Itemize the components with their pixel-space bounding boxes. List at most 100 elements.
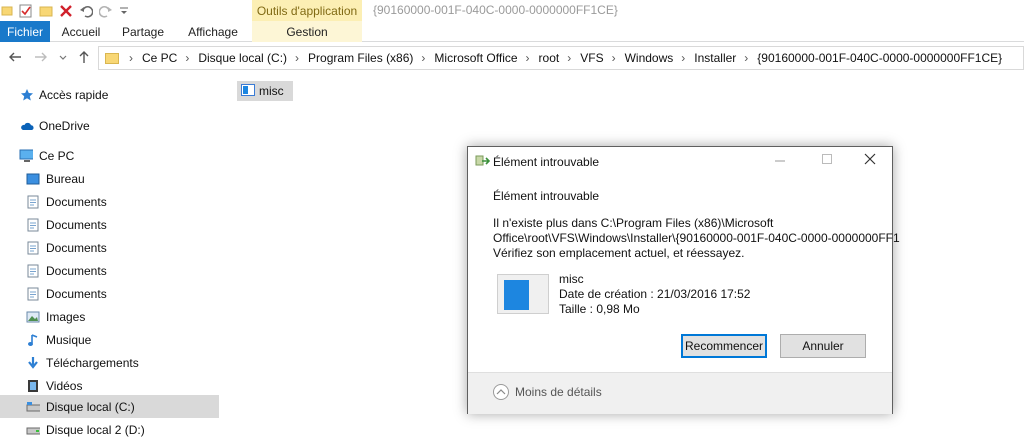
document-icon — [26, 287, 40, 301]
sidebar-item-documents[interactable]: Documents — [0, 213, 219, 236]
dialog-title-bar[interactable]: Élément introuvable — [468, 147, 892, 175]
cancel-button[interactable]: Annuler — [780, 334, 866, 358]
file-name: misc — [259, 84, 284, 98]
redo-icon[interactable] — [98, 2, 114, 20]
properties-icon[interactable] — [18, 2, 34, 20]
ribbon-tabs: Fichier Accueil Partage Affichage Gestio… — [0, 21, 1024, 42]
sidebar-item-label: Documents — [46, 194, 107, 209]
breadcrumb-disque-local-c[interactable]: Disque local (C:) — [198, 51, 287, 65]
breadcrumb-separator-icon[interactable]: › — [129, 51, 133, 65]
up-arrow-icon[interactable] — [77, 50, 91, 67]
file-thumbnail — [497, 274, 549, 314]
desktop-icon — [26, 172, 40, 186]
file-icon — [241, 83, 255, 99]
sidebar-item-ce-pc[interactable]: Ce PC — [0, 144, 219, 167]
tab-partage[interactable]: Partage — [115, 21, 171, 42]
cloud-icon — [20, 119, 34, 133]
breadcrumb-windows[interactable]: Windows — [625, 51, 674, 65]
maximize-icon[interactable] — [821, 153, 833, 168]
file-size: Taille : 0,98 Mo — [559, 302, 640, 316]
breadcrumb-separator-icon[interactable]: › — [185, 51, 189, 65]
sidebar-item-label: Documents — [46, 217, 107, 232]
close-icon[interactable] — [864, 153, 876, 168]
breadcrumb-separator-icon[interactable]: › — [421, 51, 425, 65]
sidebar-item-label: Téléchargements — [46, 355, 139, 370]
folder-icon — [105, 52, 119, 64]
move-item-icon — [475, 155, 491, 170]
sidebar-item-label: Documents — [46, 263, 107, 278]
breadcrumb-ce-pc[interactable]: Ce PC — [142, 51, 177, 65]
breadcrumb-microsoft-office[interactable]: Microsoft Office — [434, 51, 517, 65]
sidebar-item-label: OneDrive — [39, 118, 90, 133]
document-icon — [26, 241, 40, 255]
sidebar-item-musique[interactable]: Musique — [0, 328, 219, 351]
music-icon — [26, 333, 40, 347]
tab-gestion[interactable]: Gestion — [252, 21, 362, 42]
sidebar-item-label: Disque local 2 (D:) — [46, 422, 145, 437]
item-not-found-dialog: Élément introuvable Élément introuvable … — [467, 146, 900, 414]
details-toggle[interactable]: Moins de détails — [493, 384, 602, 400]
file-thumbnail-icon — [504, 280, 529, 310]
quick-access-toolbar — [0, 0, 130, 21]
breadcrumb-root[interactable]: root — [539, 51, 560, 65]
details-toggle-label: Moins de détails — [515, 385, 602, 399]
sidebar-item-label: Disque local (C:) — [46, 399, 135, 414]
drive-icon — [26, 400, 40, 414]
sidebar-item-documents[interactable]: Documents — [0, 236, 219, 259]
sidebar-item-documents[interactable]: Documents — [0, 282, 219, 305]
sidebar-item-videos[interactable]: Vidéos — [0, 374, 219, 397]
sidebar-item-label: Accès rapide — [39, 87, 109, 102]
chevron-down-icon[interactable] — [58, 50, 68, 67]
sidebar-item-onedrive[interactable]: OneDrive — [0, 114, 219, 137]
folder-icon[interactable] — [0, 2, 14, 20]
retry-button[interactable]: Recommencer — [681, 334, 767, 358]
breadcrumb-current-folder[interactable]: {90160000-001F-040C-0000-0000000FF1CE} — [757, 51, 1002, 65]
sidebar-item-images[interactable]: Images — [0, 305, 219, 328]
file-name: misc — [559, 272, 584, 286]
file-item-misc[interactable]: misc — [237, 81, 293, 101]
window-title: {90160000-001F-040C-0000-0000000FF1CE} — [373, 3, 618, 17]
file-created-date: Date de création : 21/03/2016 17:52 — [559, 287, 751, 301]
breadcrumb-installer[interactable]: Installer — [694, 51, 736, 65]
customize-toolbar-icon[interactable] — [118, 2, 130, 20]
tab-fichier[interactable]: Fichier — [0, 21, 50, 42]
sidebar-item-label: Documents — [46, 240, 107, 255]
undo-icon[interactable] — [78, 2, 94, 20]
tab-affichage[interactable]: Affichage — [184, 21, 242, 42]
breadcrumb-separator-icon[interactable]: › — [612, 51, 616, 65]
star-icon — [20, 88, 34, 102]
new-folder-icon[interactable] — [38, 2, 54, 20]
dialog-footer: Moins de détails — [468, 372, 892, 414]
sidebar-item-bureau[interactable]: Bureau — [0, 167, 219, 190]
document-icon — [26, 218, 40, 232]
back-arrow-icon[interactable] — [8, 50, 22, 67]
breadcrumb-separator-icon[interactable]: › — [526, 51, 530, 65]
tab-accueil[interactable]: Accueil — [56, 21, 106, 42]
navigation-pane: Accès rapide OneDrive Ce PC Bureau Docum… — [0, 80, 220, 443]
breadcrumb-separator-icon[interactable]: › — [681, 51, 685, 65]
sidebar-item-acces-rapide[interactable]: Accès rapide — [0, 83, 219, 106]
document-icon — [26, 264, 40, 278]
breadcrumb-program-files-x86[interactable]: Program Files (x86) — [308, 51, 413, 65]
address-bar[interactable]: › Ce PC › Disque local (C:) › Program Fi… — [98, 46, 1024, 70]
minimize-icon[interactable] — [774, 153, 786, 168]
sidebar-item-documents[interactable]: Documents — [0, 190, 219, 213]
sidebar-item-label: Images — [46, 309, 86, 324]
breadcrumb-separator-icon[interactable]: › — [744, 51, 748, 65]
sidebar-item-label: Vidéos — [46, 378, 83, 393]
breadcrumb-separator-icon[interactable]: › — [567, 51, 571, 65]
sidebar-item-documents[interactable]: Documents — [0, 259, 219, 282]
dialog-title: Élément introuvable — [493, 155, 600, 169]
sidebar-item-disque-local-c[interactable]: Disque local (C:) — [0, 395, 219, 418]
dialog-heading: Élément introuvable — [493, 189, 600, 203]
sidebar-item-disque-local-d[interactable]: Disque local 2 (D:) — [0, 418, 219, 441]
sidebar-item-label: Documents — [46, 286, 107, 301]
forward-arrow-icon[interactable] — [34, 50, 48, 67]
delete-icon[interactable] — [58, 2, 74, 20]
video-icon — [26, 379, 40, 393]
sidebar-item-telechargements[interactable]: Téléchargements — [0, 351, 219, 374]
document-icon — [26, 195, 40, 209]
chevron-up-icon — [493, 384, 509, 400]
breadcrumb-vfs[interactable]: VFS — [580, 51, 603, 65]
breadcrumb-separator-icon[interactable]: › — [295, 51, 299, 65]
